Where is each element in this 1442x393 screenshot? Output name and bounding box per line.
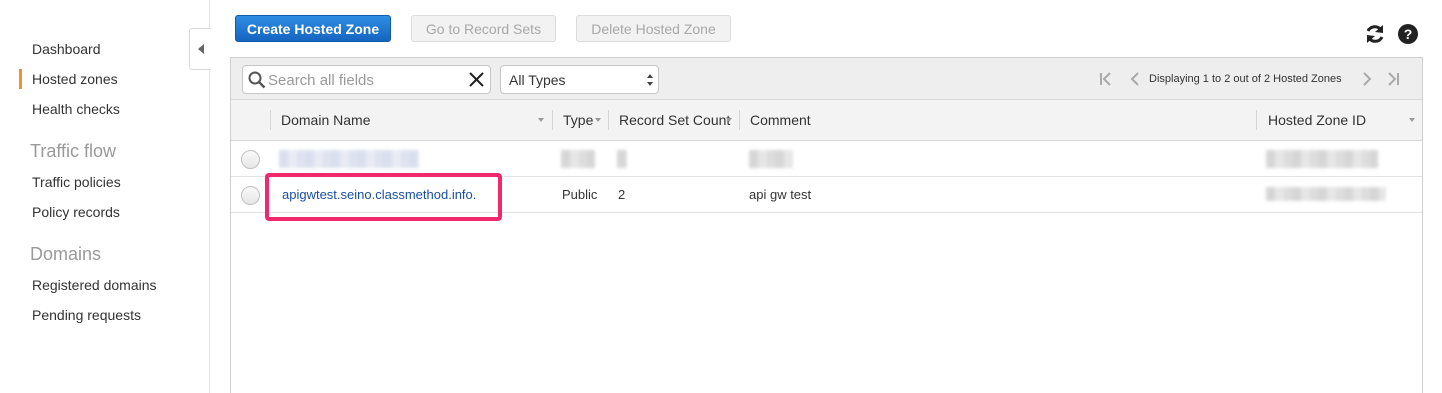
table-header: Domain Name Type Record Set Count Commen…	[231, 100, 1422, 141]
sort-caret-icon	[538, 118, 544, 122]
zone-type: Public	[562, 187, 598, 202]
search-input[interactable]	[268, 70, 458, 90]
row-radio[interactable]	[241, 150, 260, 169]
refresh-icon[interactable]	[1364, 23, 1386, 45]
hosted-zones-panel: All Types Displaying 1 to 2 out of 2 Hos…	[230, 57, 1423, 393]
redacted-type	[561, 150, 595, 168]
last-page-icon[interactable]	[1385, 71, 1401, 87]
sidebar-section-domains: Domains	[30, 244, 102, 264]
record-set-count: 2	[618, 187, 626, 202]
zone-comment: api gw test	[749, 187, 812, 202]
sort-caret-icon	[1409, 118, 1415, 122]
next-page-icon[interactable]	[1359, 71, 1375, 87]
sort-caret-icon	[726, 118, 732, 122]
search-box[interactable]	[242, 65, 491, 94]
redacted-count	[617, 150, 627, 168]
create-hosted-zone-button[interactable]: Create Hosted Zone	[235, 15, 391, 42]
collapse-sidebar-button[interactable]	[189, 28, 211, 70]
column-divider	[270, 110, 271, 130]
column-domain-name[interactable]: Domain Name	[281, 100, 370, 140]
column-type[interactable]: Type	[563, 100, 593, 140]
type-select[interactable]: All Types	[500, 65, 659, 94]
go-to-record-sets-button[interactable]: Go to Record Sets	[411, 15, 556, 42]
highlight-box	[265, 173, 502, 221]
help-icon[interactable]: ?	[1397, 23, 1419, 45]
column-comment[interactable]: Comment	[750, 100, 811, 140]
column-hosted-zone-id[interactable]: Hosted Zone ID	[1268, 100, 1366, 140]
column-divider	[552, 110, 553, 130]
column-divider	[1256, 110, 1257, 130]
sidebar-item-traffic-policies[interactable]: Traffic policies	[32, 174, 121, 190]
sort-caret-icon	[595, 118, 601, 122]
sidebar-item-registered-domains[interactable]: Registered domains	[32, 277, 157, 293]
svg-text:?: ?	[1404, 26, 1413, 42]
pagination: Displaying 1 to 2 out of 2 Hosted Zones	[1092, 58, 1422, 100]
sidebar: Dashboard Hosted zones Health checks Tra…	[0, 0, 210, 393]
redacted-domain	[279, 150, 419, 168]
pagination-text: Displaying 1 to 2 out of 2 Hosted Zones	[1149, 73, 1342, 85]
search-icon	[248, 71, 266, 89]
sidebar-item-hosted-zones[interactable]: Hosted zones	[32, 71, 118, 87]
sidebar-item-health-checks[interactable]: Health checks	[32, 101, 120, 117]
type-select-value: All Types	[509, 72, 566, 88]
sidebar-item-policy-records[interactable]: Policy records	[32, 204, 120, 220]
delete-hosted-zone-button[interactable]: Delete Hosted Zone	[576, 15, 731, 42]
redacted-zone-id	[1266, 187, 1386, 201]
sidebar-item-pending-requests[interactable]: Pending requests	[32, 307, 141, 323]
first-page-icon[interactable]	[1098, 71, 1114, 87]
filter-bar: All Types Displaying 1 to 2 out of 2 Hos…	[231, 58, 1422, 100]
column-record-set-count[interactable]: Record Set Count	[619, 100, 730, 140]
active-indicator	[19, 69, 22, 89]
sidebar-section-traffic-flow: Traffic flow	[30, 141, 117, 161]
redacted-zone-id	[1266, 150, 1378, 168]
column-divider	[739, 110, 740, 130]
previous-page-icon[interactable]	[1127, 71, 1143, 87]
row-radio[interactable]	[241, 186, 260, 205]
clear-icon[interactable]	[468, 71, 485, 88]
updown-arrows-icon	[647, 74, 653, 86]
redacted-comment	[749, 150, 793, 168]
table-row[interactable]	[231, 141, 1422, 177]
sidebar-item-dashboard[interactable]: Dashboard	[32, 41, 101, 57]
column-divider	[608, 110, 609, 130]
